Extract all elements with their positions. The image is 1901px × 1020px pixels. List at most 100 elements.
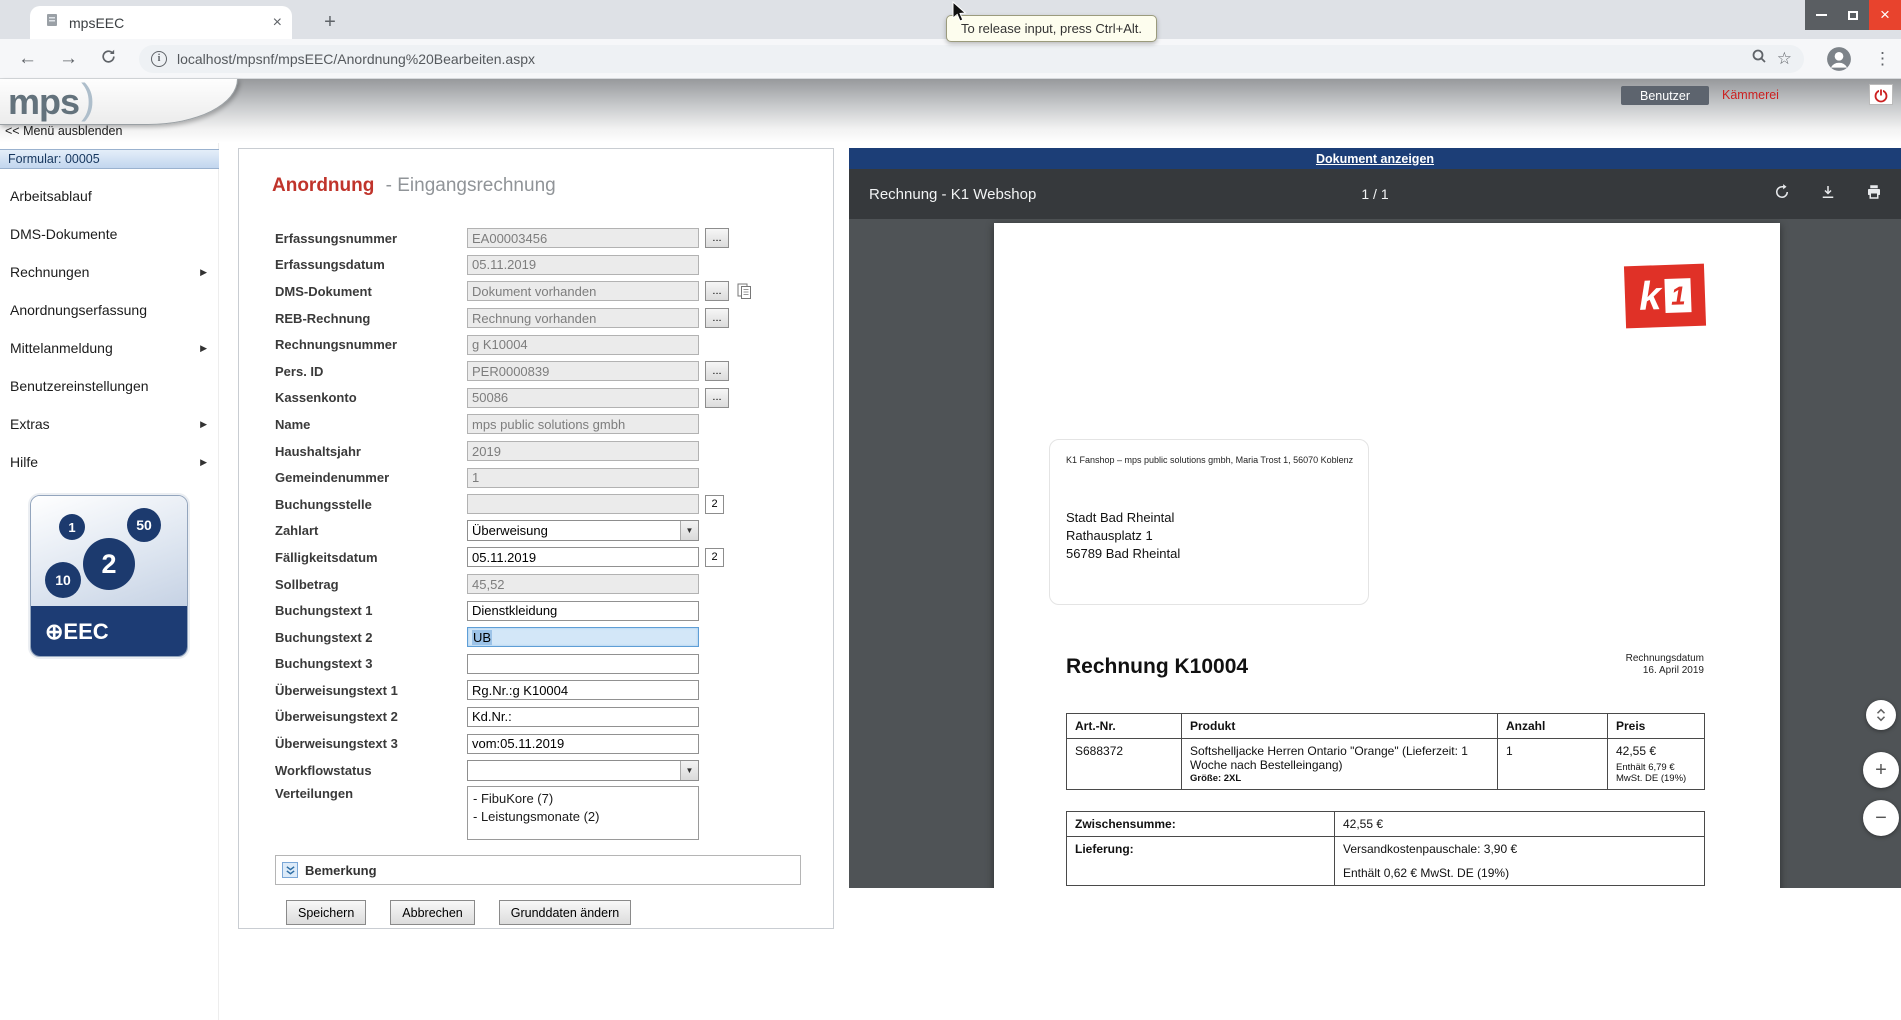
list-item[interactable]: - Leistungsmonate (2) xyxy=(473,808,693,826)
field-row-verteilungen: Verteilungen - FibuKore (7) - Leistungsmon… xyxy=(275,786,805,841)
groesse-note: Größe: 2XL xyxy=(1190,773,1242,784)
field-row-gemeindenummer: Gemeindenummer xyxy=(275,464,805,491)
reload-icon[interactable] xyxy=(100,48,117,70)
sidebar-item-rechnungen[interactable]: Rechnungen ▶ xyxy=(0,253,219,291)
field-row-pers-id: Pers. ID... xyxy=(275,358,805,385)
tab-favicon-icon xyxy=(44,12,60,33)
faelligkeitsdatum-input[interactable] xyxy=(467,547,699,568)
sidebar-item-hilfe[interactable]: Hilfe ▶ xyxy=(0,443,219,481)
field-label: Haushaltsjahr xyxy=(275,443,361,459)
mps-logo: mps ) xyxy=(0,74,238,125)
faelligkeitsdatum-2-button[interactable]: 2 xyxy=(705,547,724,567)
address-bar[interactable]: i localhost/mpsnf/mpsEEC/Anordnung%20Bea… xyxy=(139,44,1804,73)
browser-menu-icon[interactable]: ⋮ xyxy=(1874,49,1891,69)
field-row-zahlart: Zahlart Überweisung ▼ xyxy=(275,518,805,545)
erfassungsnummer-lookup-button[interactable]: ... xyxy=(705,228,729,249)
verteilungen-listbox[interactable]: - FibuKore (7) - Leistungsmonate (2) xyxy=(467,786,699,841)
search-icon[interactable] xyxy=(1751,48,1767,69)
ueberweisungstext-1-input[interactable] xyxy=(467,680,699,701)
pdf-viewer[interactable]: k 1 K1 Fanshop – mps public solutions gm… xyxy=(849,219,1901,888)
table-row: Lieferung: Versandkostenpauschale: 3,90 … xyxy=(1066,836,1705,886)
page-indicator: 1 / 1 xyxy=(1361,186,1389,202)
bemerkung-section[interactable]: Bemerkung xyxy=(275,855,801,885)
profile-avatar[interactable] xyxy=(1826,46,1852,72)
hide-menu-link[interactable]: << Menü ausblenden xyxy=(5,124,122,138)
window-maximize-button[interactable] xyxy=(1837,0,1869,30)
list-item[interactable]: - FibuKore (7) xyxy=(473,790,693,808)
speichern-button[interactable]: Speichern xyxy=(286,900,367,925)
field-label: Zahlart xyxy=(275,523,319,539)
grunddaten-aendern-button[interactable]: Grunddaten ändern xyxy=(498,900,632,925)
col-header: Produkt xyxy=(1181,713,1498,739)
zoom-in-button[interactable]: + xyxy=(1863,752,1899,788)
eec-logo-band: ⊕EEC xyxy=(31,606,187,656)
col-header: Anzahl xyxy=(1497,713,1608,739)
reb-rechnung-lookup-button[interactable]: ... xyxy=(705,308,729,329)
rotate-icon[interactable] xyxy=(1773,183,1791,206)
vm-input-tooltip: To release input, press Ctrl+Alt. xyxy=(946,15,1157,42)
field-label: Buchungstext 3 xyxy=(275,656,373,672)
sidebar-item-dms-dokumente[interactable]: DMS-Dokumente xyxy=(0,215,219,253)
window-minimize-button[interactable] xyxy=(1805,0,1837,30)
download-icon[interactable] xyxy=(1819,183,1837,206)
logout-button[interactable] xyxy=(1869,84,1893,105)
field-row-haushaltsjahr: Haushaltsjahr xyxy=(275,438,805,465)
sidebar-item-benutzereinstellungen[interactable]: Benutzereinstellungen xyxy=(0,367,219,405)
zwischensumme-value: 42,55 € xyxy=(1334,811,1705,837)
tab-close-icon[interactable]: × xyxy=(273,14,282,31)
chevron-down-icon: ▼ xyxy=(680,521,698,541)
kassenkonto-lookup-button[interactable]: ... xyxy=(705,387,729,408)
sender-line: K1 Fanshop – mps public solutions gmbh, … xyxy=(1066,455,1354,465)
site-info-icon[interactable]: i xyxy=(151,50,167,67)
pdf-page: k 1 K1 Fanshop – mps public solutions gm… xyxy=(994,223,1780,888)
document-link-bar: Dokument anzeigen xyxy=(849,148,1901,169)
abbrechen-button[interactable]: Abbrechen xyxy=(390,900,475,925)
buchungstext-2-input[interactable]: UB xyxy=(467,627,699,648)
field-label: Erfassungsdatum xyxy=(275,257,385,273)
zahlart-select[interactable]: Überweisung ▼ xyxy=(467,520,699,542)
pers-id-lookup-button[interactable]: ... xyxy=(705,361,729,382)
sidebar-item-arbeitsablauf[interactable]: Arbeitsablauf xyxy=(0,177,219,215)
fit-page-button[interactable] xyxy=(1866,700,1896,730)
col-header: Art.-Nr. xyxy=(1066,713,1182,739)
mps-logo-swoosh: ) xyxy=(81,74,96,122)
user-button[interactable]: Benutzer xyxy=(1621,86,1709,105)
browser-tab[interactable]: mpsEEC × xyxy=(30,6,292,39)
expand-chevron-icon[interactable] xyxy=(282,862,298,878)
gemeindenummer-input xyxy=(467,467,699,488)
name-input xyxy=(467,414,699,435)
window-close-button[interactable]: × xyxy=(1869,0,1901,30)
sidebar-item-extras[interactable]: Extras ▶ xyxy=(0,405,219,443)
print-icon[interactable] xyxy=(1865,183,1883,206)
field-row-ueberweisungstext-2: Überweisungstext 2 xyxy=(275,704,805,731)
sidebar-item-mittelanmeldung[interactable]: Mittelanmeldung ▶ xyxy=(0,329,219,367)
back-icon[interactable]: ← xyxy=(18,49,37,68)
buchungstext-1-input[interactable] xyxy=(467,600,699,621)
recipient-address: Stadt Bad Rheintal Rathausplatz 1 56789 … xyxy=(1066,510,1181,561)
field-label: Überweisungstext 3 xyxy=(275,736,398,752)
bookmark-star-icon[interactable]: ☆ xyxy=(1777,50,1792,67)
rechnungsnummer-input xyxy=(467,334,699,355)
eec-bubble: 10 xyxy=(45,562,81,598)
ueberweisungstext-3-input[interactable] xyxy=(467,733,699,754)
forward-icon[interactable]: → xyxy=(59,49,78,68)
field-label: Rechnungsnummer xyxy=(275,337,398,353)
field-row-kassenkonto: Kassenkonto... xyxy=(275,385,805,412)
dokument-anzeigen-link[interactable]: Dokument anzeigen xyxy=(1316,152,1434,166)
erfassungsdatum-input xyxy=(467,254,699,275)
window-controls: × xyxy=(1805,0,1901,30)
field-row-buchungsstelle: Buchungsstelle 2 xyxy=(275,491,805,518)
buchungstext-3-input[interactable] xyxy=(467,653,699,674)
field-label: Gemeindenummer xyxy=(275,470,390,486)
field-label: Überweisungstext 2 xyxy=(275,709,398,725)
url-text[interactable]: localhost/mpsnf/mpsEEC/Anordnung%20Bearb… xyxy=(177,51,1741,67)
department-label[interactable]: Kämmerei xyxy=(1722,88,1779,102)
new-tab-button[interactable]: + xyxy=(316,8,344,36)
dms-dokument-lookup-button[interactable]: ... xyxy=(705,281,729,302)
workflowstatus-select[interactable]: ▼ xyxy=(467,759,699,781)
ueberweisungstext-2-input[interactable] xyxy=(467,706,699,727)
zoom-out-button[interactable]: − xyxy=(1863,800,1899,836)
buchungsstelle-2-button[interactable]: 2 xyxy=(705,494,724,514)
sidebar-item-anordnungserfassung[interactable]: Anordnungserfassung xyxy=(0,291,219,329)
document-copy-icon[interactable] xyxy=(734,281,754,301)
